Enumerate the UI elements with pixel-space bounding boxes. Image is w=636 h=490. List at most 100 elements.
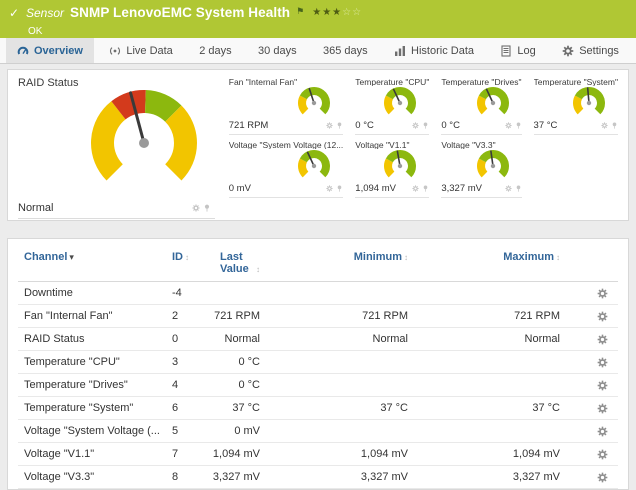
channel-name[interactable]: Temperature "Drives" bbox=[18, 374, 168, 397]
channel-row[interactable]: Fan "Internal Fan"2721 RPM721 RPM721 RPM bbox=[18, 305, 618, 328]
channel-actions-cell bbox=[564, 305, 618, 328]
gauge-gear-icon[interactable] bbox=[601, 120, 608, 131]
star-rating[interactable]: ★★★☆☆ bbox=[312, 7, 361, 18]
channel-last-value: 0 mV bbox=[202, 420, 264, 443]
gauge-gear-icon[interactable] bbox=[326, 120, 333, 131]
star-filled-icon[interactable]: ★ bbox=[332, 7, 341, 18]
gauge-gear-icon[interactable] bbox=[505, 183, 512, 194]
channel-row[interactable]: Temperature "Drives"40 °C bbox=[18, 374, 618, 397]
gauge-gear-icon[interactable] bbox=[505, 120, 512, 131]
channel-row[interactable]: Downtime-4 bbox=[18, 282, 618, 305]
raid-status-tile: RAID Status Normal bbox=[18, 77, 215, 214]
gauge-pin-icon[interactable] bbox=[611, 122, 618, 129]
tab-label: 365 days bbox=[323, 45, 368, 57]
channel-row[interactable]: Voltage "V3.3"83,327 mV3,327 mV3,327 mV bbox=[18, 466, 618, 489]
mini-gauge bbox=[297, 149, 331, 183]
col-header-maximum[interactable]: Maximum↕ bbox=[412, 243, 564, 282]
gauge-pin-icon[interactable] bbox=[515, 122, 522, 129]
star-filled-icon[interactable]: ★ bbox=[322, 7, 331, 18]
gauge-pin-icon[interactable] bbox=[203, 204, 211, 212]
gauge-pin-icon[interactable] bbox=[422, 185, 429, 192]
col-header-last-value[interactable]: Last Value↕ bbox=[202, 243, 264, 282]
channel-settings-gear-icon[interactable] bbox=[597, 448, 608, 460]
channel-settings-gear-icon[interactable] bbox=[597, 402, 608, 414]
channel-last-value: 1,094 mV bbox=[202, 443, 264, 466]
live-icon bbox=[109, 45, 121, 57]
star-empty-icon[interactable]: ☆ bbox=[352, 7, 361, 18]
channel-id: 4 bbox=[168, 374, 202, 397]
prtg-sensor-page: ✓ Sensor SNMP LenovoEMC System Health ⚑ … bbox=[0, 0, 636, 490]
gauge-tile: Voltage "V3.3"3,327 mV bbox=[441, 140, 521, 198]
channel-minimum: 3,327 mV bbox=[264, 466, 412, 489]
channel-name[interactable]: Temperature "CPU" bbox=[18, 351, 168, 374]
channel-settings-gear-icon[interactable] bbox=[597, 471, 608, 483]
sensor-header: ✓ Sensor SNMP LenovoEMC System Health ⚑ … bbox=[0, 0, 636, 38]
channel-table-panel: Channel▾ ID↕ Last Value↕ Minimum↕ Maximu… bbox=[7, 238, 629, 490]
channel-settings-gear-icon[interactable] bbox=[597, 379, 608, 391]
channel-actions-cell bbox=[564, 328, 618, 351]
channel-minimum bbox=[264, 282, 412, 305]
channel-minimum: 1,094 mV bbox=[264, 443, 412, 466]
channel-settings-gear-icon[interactable] bbox=[597, 310, 608, 322]
mini-gauge bbox=[383, 86, 417, 120]
gauge-pin-icon[interactable] bbox=[336, 185, 343, 192]
gauge-tile: Voltage "System Voltage (12...0 mV bbox=[229, 140, 344, 198]
sensor-ok-check-icon: ✓ bbox=[8, 6, 20, 20]
tab-live-data[interactable]: Live Data bbox=[98, 38, 183, 63]
channel-name[interactable]: Fan "Internal Fan" bbox=[18, 305, 168, 328]
tab-bar: Overview Live Data 2 days30 days 365 days Hi… bbox=[0, 38, 636, 64]
gauge-gear-icon[interactable] bbox=[326, 183, 333, 194]
gauge-pin-icon[interactable] bbox=[422, 122, 429, 129]
gauge-gear-icon[interactable] bbox=[412, 183, 419, 194]
channel-settings-gear-icon[interactable] bbox=[597, 425, 608, 437]
gauge-pin-icon[interactable] bbox=[336, 122, 343, 129]
col-header-channel[interactable]: Channel▾ bbox=[18, 243, 168, 282]
channel-name[interactable]: Voltage "System Voltage (... bbox=[18, 420, 168, 443]
overview-panel: RAID Status Normal Fan "Internal Fan"721… bbox=[7, 69, 629, 221]
channel-row[interactable]: Voltage "System Voltage (...50 mV bbox=[18, 420, 618, 443]
priority-flag-icon[interactable]: ⚑ bbox=[296, 6, 304, 17]
tab-label: Live Data bbox=[126, 45, 172, 57]
tab-historic-data[interactable]: Historic Data bbox=[383, 38, 485, 63]
channel-row[interactable]: RAID Status0NormalNormalNormal bbox=[18, 328, 618, 351]
tab-overview[interactable]: Overview bbox=[6, 38, 94, 63]
channel-row[interactable]: Temperature "CPU"30 °C bbox=[18, 351, 618, 374]
log-icon bbox=[500, 45, 512, 57]
channel-name[interactable]: Voltage "V3.3" bbox=[18, 466, 168, 489]
channel-name[interactable]: Temperature "System" bbox=[18, 397, 168, 420]
tab-30-days[interactable]: 30 days bbox=[247, 38, 308, 63]
tab-365-days[interactable]: 365 days bbox=[312, 38, 379, 63]
tab-settings[interactable]: Settings bbox=[551, 38, 630, 63]
raid-tile-actions bbox=[192, 202, 211, 214]
channel-last-value: 721 RPM bbox=[202, 305, 264, 328]
channel-name[interactable]: Downtime bbox=[18, 282, 168, 305]
gauge-pin-icon[interactable] bbox=[515, 185, 522, 192]
gauge-value: 721 RPM bbox=[229, 120, 269, 131]
gauge-gear-icon[interactable] bbox=[412, 120, 419, 131]
raid-gauge-holder bbox=[90, 89, 198, 202]
col-header-minimum[interactable]: Minimum↕ bbox=[264, 243, 412, 282]
channel-row[interactable]: Temperature "System"637 °C37 °C37 °C bbox=[18, 397, 618, 420]
channel-minimum bbox=[264, 374, 412, 397]
star-filled-icon[interactable]: ★ bbox=[312, 7, 321, 18]
tab-2-days[interactable]: 2 days bbox=[188, 38, 242, 63]
gauge-tile: Fan "Internal Fan"721 RPM bbox=[229, 77, 344, 135]
channel-name[interactable]: Voltage "V1.1" bbox=[18, 443, 168, 466]
channel-table: Channel▾ ID↕ Last Value↕ Minimum↕ Maximu… bbox=[18, 243, 618, 489]
channel-settings-gear-icon[interactable] bbox=[597, 356, 608, 368]
star-empty-icon[interactable]: ☆ bbox=[342, 7, 351, 18]
gauge-tile-actions bbox=[505, 120, 522, 131]
col-header-id[interactable]: ID↕ bbox=[168, 243, 202, 282]
channel-name[interactable]: RAID Status bbox=[18, 328, 168, 351]
gauge-gear-icon[interactable] bbox=[192, 202, 200, 214]
channel-id: 3 bbox=[168, 351, 202, 374]
channel-actions-cell bbox=[564, 443, 618, 466]
gauge-title: Voltage "System Voltage (12... bbox=[229, 140, 344, 149]
channel-actions-cell bbox=[564, 466, 618, 489]
channel-settings-gear-icon[interactable] bbox=[597, 287, 608, 299]
gauge-tile: Temperature "System"37 °C bbox=[534, 77, 618, 135]
gauge-title: Temperature "Drives" bbox=[441, 77, 521, 86]
channel-row[interactable]: Voltage "V1.1"71,094 mV1,094 mV1,094 mV bbox=[18, 443, 618, 466]
tab-log[interactable]: Log bbox=[489, 38, 546, 63]
channel-settings-gear-icon[interactable] bbox=[597, 333, 608, 345]
